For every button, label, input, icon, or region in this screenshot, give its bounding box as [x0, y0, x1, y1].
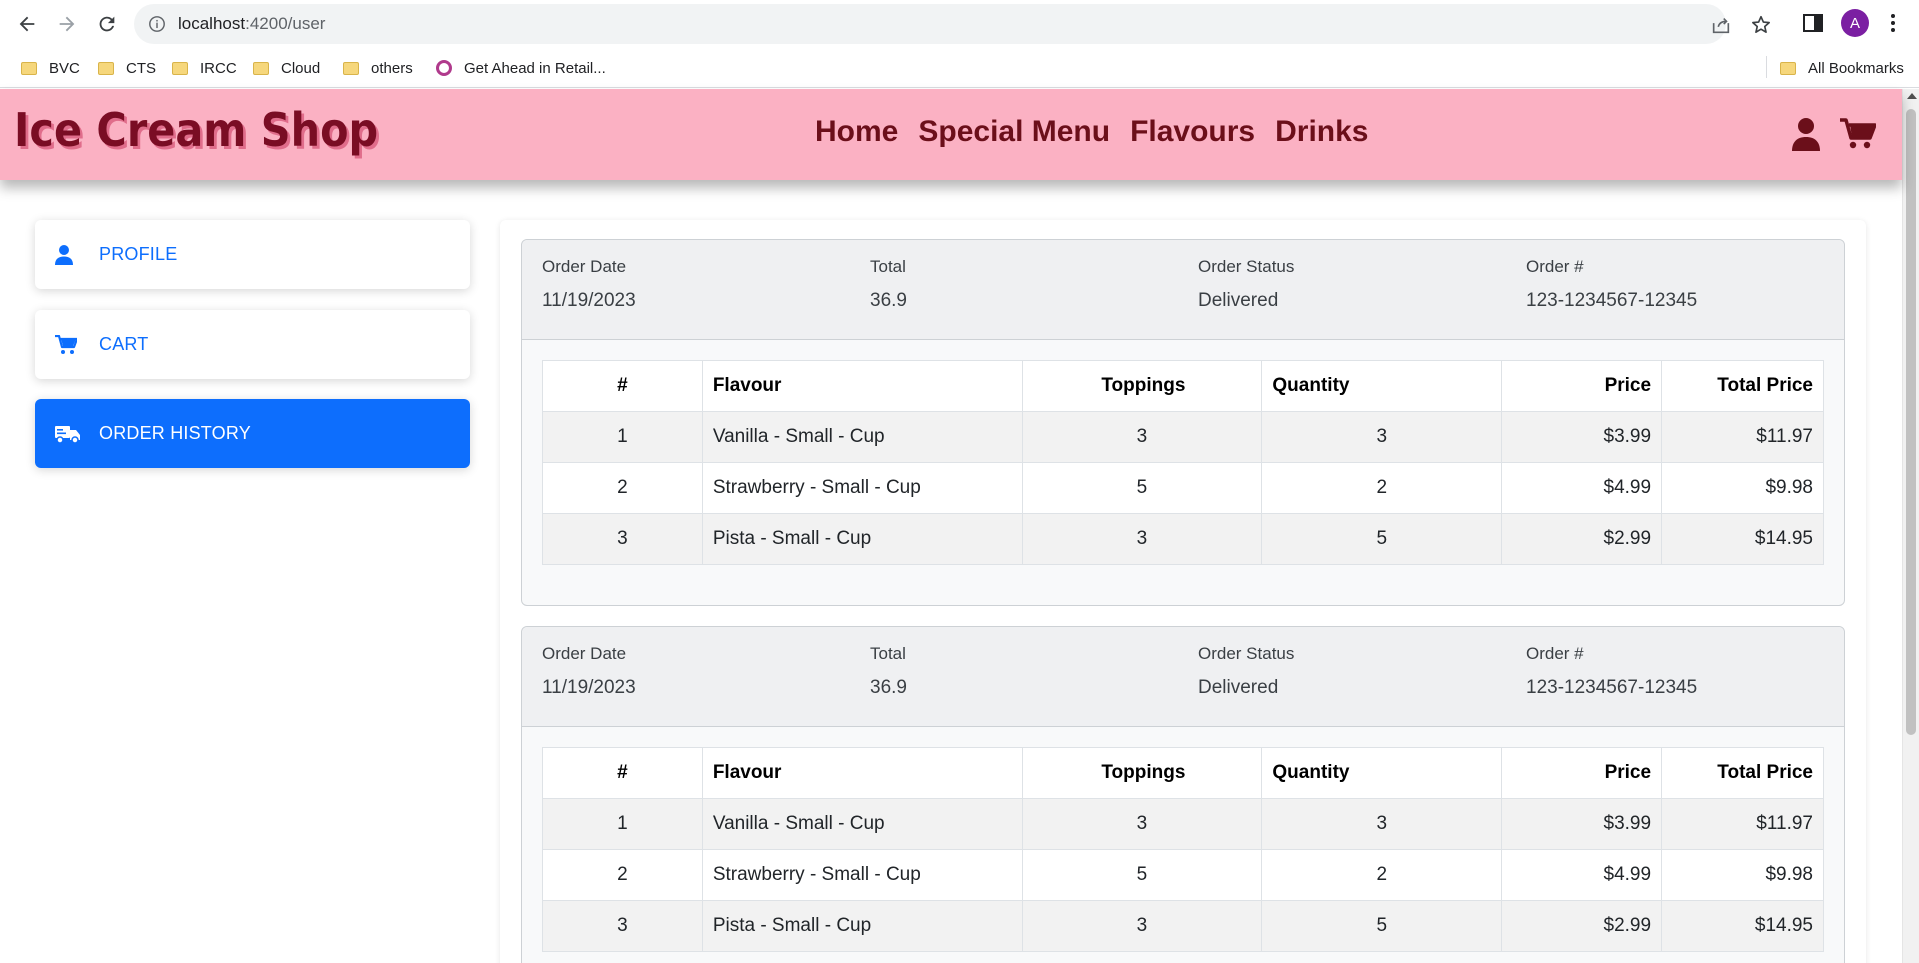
bookmark-folder[interactable]: others [343, 57, 413, 79]
table-header-row: # Flavour Toppings Quantity Price Total … [542, 747, 1824, 799]
column-header: Toppings [1021, 360, 1263, 412]
table-row: 2 Strawberry - Small - Cup 5 2 $4.99 $9.… [542, 462, 1824, 514]
browser-toolbar: localhost:4200/user A [0, 0, 1919, 47]
order-number-value: 123-1234567-12345 [1526, 290, 1698, 311]
order-items-table: # Flavour Toppings Quantity Price Total … [542, 360, 1824, 565]
table-row: 2 Strawberry - Small - Cup 5 2 $4.99 $9.… [542, 849, 1824, 901]
column-header: Quantity [1261, 360, 1503, 412]
sidebar-item-label: ORDER HISTORY [99, 423, 251, 443]
table-row: 1 Vanilla - Small - Cup 3 3 $3.99 $11.97 [542, 411, 1824, 463]
user-icon[interactable] [1792, 118, 1820, 151]
folder-icon [172, 61, 188, 75]
back-button[interactable] [9, 9, 45, 39]
folder-icon [343, 61, 359, 75]
column-header: Quantity [1261, 747, 1503, 799]
truck-icon [55, 425, 80, 444]
table-row: 1 Vanilla - Small - Cup 3 3 $3.99 $11.97 [542, 798, 1824, 850]
folder-icon [1780, 61, 1796, 75]
brand-logo[interactable]: Ice Cream Shop [14, 103, 378, 157]
column-header: Flavour [701, 747, 1023, 799]
column-header: Total Price [1661, 747, 1824, 799]
table-header-row: # Flavour Toppings Quantity Price Total … [542, 360, 1824, 412]
order-total-label: Total [870, 644, 906, 663]
bookmark-folder[interactable]: Cloud [253, 57, 320, 79]
order-history-panel: Order Date 11/19/2023 Total 36.9 Order S… [500, 220, 1866, 963]
order-date-label: Order Date [542, 257, 627, 276]
bookmarks-divider [1766, 56, 1767, 78]
order-number-label: Order # [1526, 644, 1584, 663]
profile-avatar[interactable]: A [1841, 9, 1869, 37]
column-header: Flavour [701, 360, 1023, 412]
main-nav: Home Special Menu Flavours Drinks [815, 115, 1369, 149]
bookmark-link[interactable]: Get Ahead in Retail... [436, 57, 606, 79]
order-summary: Order Date 11/19/2023 Total 36.9 Order S… [522, 627, 1844, 727]
sidebar-item-order-history[interactable]: ORDER HISTORY [35, 399, 470, 468]
column-header: Total Price [1661, 360, 1824, 412]
scroll-up-arrow[interactable] [1907, 93, 1917, 99]
scroll-thumb[interactable] [1906, 109, 1916, 735]
share-icon[interactable] [1710, 14, 1732, 36]
order-status-value: Delivered [1198, 290, 1279, 311]
order-summary: Order Date 11/19/2023 Total 36.9 Order S… [522, 240, 1844, 340]
order-date-label: Order Date [542, 644, 627, 663]
column-header: Price [1501, 360, 1663, 412]
nav-special-menu[interactable]: Special Menu [918, 115, 1110, 149]
cart-icon [55, 334, 77, 354]
arrow-left-icon [19, 16, 35, 32]
nav-flavours[interactable]: Flavours [1130, 115, 1255, 149]
url-text: localhost:4200/user [178, 14, 326, 33]
page-scrollbar[interactable] [1902, 89, 1919, 963]
bookmark-folder[interactable]: BVC [21, 57, 80, 79]
site-favicon-icon [436, 60, 452, 76]
bookmark-star-icon[interactable] [1750, 14, 1772, 36]
cart-icon[interactable] [1840, 118, 1876, 150]
forward-button[interactable] [49, 9, 85, 39]
sidebar-item-label: CART [99, 334, 149, 354]
more-vert-icon[interactable] [1881, 11, 1905, 35]
site-header: Ice Cream Shop Home Special Menu Flavour… [0, 89, 1902, 180]
bookmarks-bar: BVC CTS IRCC Cloud others Get Ahead in R… [0, 47, 1919, 88]
order-card: Order Date 11/19/2023 Total 36.9 Order S… [521, 239, 1845, 606]
folder-icon [253, 61, 269, 75]
sidebar-item-label: PROFILE [99, 244, 178, 264]
side-panel-icon[interactable] [1801, 11, 1825, 35]
order-number-value: 123-1234567-12345 [1526, 677, 1698, 698]
order-status-label: Order Status [1198, 257, 1295, 276]
nav-drinks[interactable]: Drinks [1275, 115, 1368, 149]
sidebar-item-profile[interactable]: PROFILE [35, 220, 470, 289]
table-row: 3 Pista - Small - Cup 3 5 $2.99 $14.95 [542, 900, 1824, 952]
order-number-label: Order # [1526, 257, 1584, 276]
order-status-label: Order Status [1198, 644, 1295, 663]
table-row: 3 Pista - Small - Cup 3 5 $2.99 $14.95 [542, 513, 1824, 565]
address-bar[interactable]: localhost:4200/user [134, 4, 1770, 44]
bookmark-folder[interactable]: CTS [98, 57, 156, 79]
order-status-value: Delivered [1198, 677, 1279, 698]
folder-icon [21, 61, 37, 75]
person-icon [55, 244, 73, 265]
reload-button[interactable] [89, 9, 125, 39]
order-card: Order Date 11/19/2023 Total 36.9 Order S… [521, 626, 1845, 963]
column-header: Price [1501, 747, 1663, 799]
all-bookmarks[interactable]: All Bookmarks [1780, 57, 1904, 79]
column-header: # [542, 747, 703, 799]
site-info-icon[interactable] [148, 15, 166, 33]
order-total-value: 36.9 [870, 290, 907, 311]
order-date-value: 11/19/2023 [542, 677, 636, 698]
order-date-value: 11/19/2023 [542, 290, 636, 311]
arrow-right-icon [59, 16, 75, 32]
order-total-value: 36.9 [870, 677, 907, 698]
order-items-table: # Flavour Toppings Quantity Price Total … [542, 747, 1824, 952]
order-total-label: Total [870, 257, 906, 276]
bookmark-folder[interactable]: IRCC [172, 57, 237, 79]
sidebar-item-cart[interactable]: CART [35, 310, 470, 379]
folder-icon [98, 61, 114, 75]
column-header: Toppings [1021, 747, 1263, 799]
nav-home[interactable]: Home [815, 115, 898, 149]
reload-icon [99, 16, 115, 32]
column-header: # [542, 360, 703, 412]
